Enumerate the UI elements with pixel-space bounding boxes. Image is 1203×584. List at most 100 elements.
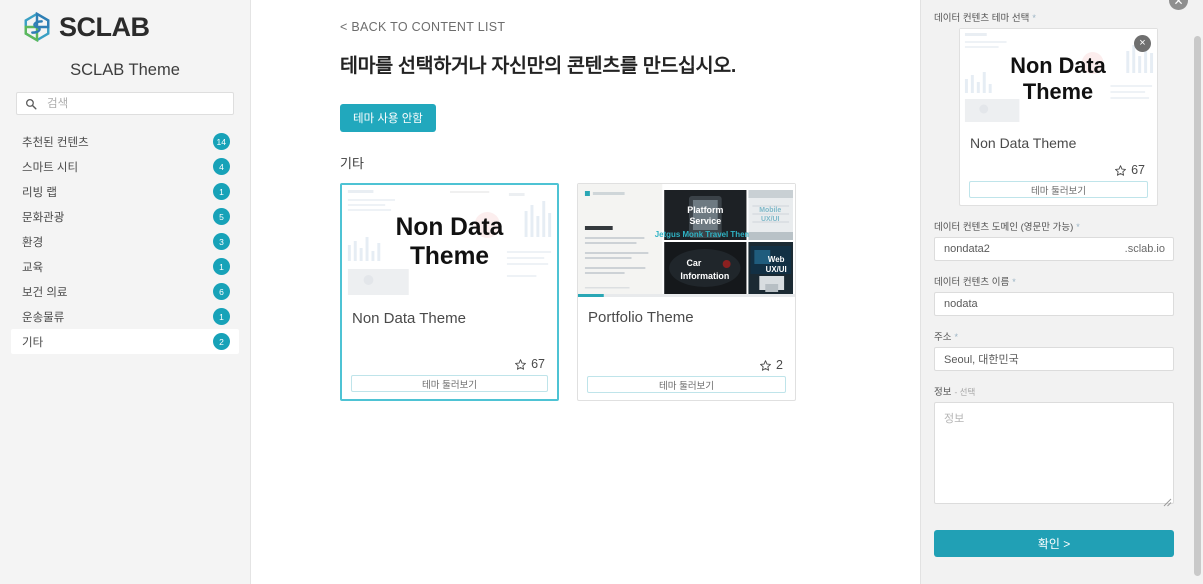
sidebar-item-8[interactable]: 기타 2: [11, 329, 239, 354]
theme-card-rating: 67: [342, 357, 557, 375]
required-mark: *: [1012, 277, 1016, 287]
info-field-label: 정보 - 선택: [934, 384, 1174, 398]
theme-select-label: 데이터 컨텐츠 테마 선택 *: [934, 10, 1174, 24]
info-textarea-wrap: [934, 402, 1174, 509]
svg-text:Theme: Theme: [1023, 79, 1093, 104]
name-field-label: 데이터 컨텐츠 이름 *: [934, 274, 1174, 288]
sidebar-item-badge: 6: [213, 283, 230, 300]
sidebar-item-1[interactable]: 스마트 시티 4: [11, 154, 239, 179]
brand-logo[interactable]: SCLAB: [0, 0, 250, 42]
sidebar-item-7[interactable]: 운송물류 1: [11, 304, 239, 329]
sidebar-item-badge: 1: [213, 183, 230, 200]
name-label-text: 데이터 컨텐츠 이름: [934, 277, 1010, 288]
info-textarea[interactable]: [934, 402, 1174, 504]
sidebar: SCLAB SCLAB Theme 추천된 컨텐츠 14 스마트 시티 4 리빙 랩 1 문…: [0, 0, 251, 584]
preview-spacer: [960, 151, 1157, 163]
sidebar-item-label: 운송물류: [22, 311, 65, 324]
rating-count: 67: [531, 357, 545, 372]
content-settings-panel: ✕ 데이터 컨텐츠 테마 선택 * × Non Data Theme Non D…: [920, 0, 1203, 584]
sidebar-item-label: 추천된 컨텐츠: [22, 136, 89, 149]
svg-text:Information: Information: [680, 271, 729, 281]
domain-field-label: 데이터 컨텐츠 도메인 (영문만 가능) *: [934, 219, 1174, 233]
back-to-content-list-link[interactable]: < BACK TO CONTENT LIST: [340, 20, 505, 34]
sidebar-item-label: 환경: [22, 236, 44, 249]
sidebar-item-label: 스마트 시티: [22, 161, 79, 174]
svg-text:Non Data: Non Data: [396, 214, 504, 241]
svg-text:Jetgus Monk Travel Theme: Jetgus Monk Travel Theme: [655, 230, 757, 239]
sidebar-item-badge: 1: [213, 308, 230, 325]
selected-theme-rating: 67: [960, 163, 1157, 181]
svg-text:UX/UI: UX/UI: [761, 216, 780, 223]
svg-text:Web: Web: [768, 255, 785, 264]
selected-theme-thumbnail: Non Data Theme: [960, 29, 1157, 124]
confirm-button[interactable]: 확인 >: [934, 530, 1174, 557]
sidebar-item-0[interactable]: 추천된 컨텐츠 14: [11, 129, 239, 154]
card-spacer: [578, 326, 795, 358]
search-icon: [25, 98, 37, 110]
sidebar-item-2[interactable]: 리빙 랩 1: [11, 179, 239, 204]
domain-input[interactable]: [934, 237, 1174, 261]
star-outline-icon: [514, 358, 527, 371]
brand-name: SCLAB: [59, 12, 150, 42]
card-spacer: [342, 327, 557, 357]
star-outline-icon: [1114, 164, 1127, 177]
sidebar-item-badge: 3: [213, 233, 230, 250]
theme-thumbnail-non-data: Non Data Theme: [342, 185, 557, 299]
svg-text:Service: Service: [689, 216, 721, 226]
name-field-group: 데이터 컨텐츠 이름 *: [934, 274, 1174, 316]
theme-thumbnail-portfolio: Platform Service Jetgus Monk Travel Them…: [578, 184, 795, 298]
domain-input-wrap: .sclab.io: [934, 237, 1174, 261]
no-theme-button[interactable]: 테마 사용 안함: [340, 104, 436, 133]
sidebar-item-label: 교육: [22, 261, 44, 274]
theme-select-label-text: 데이터 컨텐츠 테마 선택: [934, 13, 1030, 24]
sidebar-item-badge: 14: [212, 133, 230, 150]
address-input[interactable]: [934, 347, 1174, 371]
remove-theme-icon[interactable]: ×: [1134, 35, 1151, 52]
domain-field-group: 데이터 컨텐츠 도메인 (영문만 가능) * .sclab.io: [934, 219, 1174, 261]
svg-text:UX/UI: UX/UI: [766, 265, 787, 274]
sidebar-item-badge: 5: [213, 208, 230, 225]
required-mark: *: [1032, 13, 1036, 23]
sidebar-item-label: 기타: [22, 336, 44, 349]
svg-text:Mobile: Mobile: [759, 207, 781, 214]
domain-label-text: 데이터 컨텐츠 도메인 (영문만 가능): [934, 222, 1074, 233]
optional-mark: - 선택: [954, 387, 976, 397]
theme-preview-button[interactable]: 테마 둘러보기: [587, 376, 786, 394]
sidebar-item-badge: 2: [213, 333, 230, 350]
sidebar-nav: 추천된 컨텐츠 14 스마트 시티 4 리빙 랩 1 문화관광 5 환경 3 교육 1 보건 의료 6 운송…: [0, 129, 250, 354]
sidebar-item-label: 보건 의료: [22, 286, 68, 299]
sidebar-item-3[interactable]: 문화관광 5: [11, 204, 239, 229]
info-label-text: 정보: [934, 387, 952, 398]
theme-card-non-data[interactable]: Non Data Theme Non Data Theme 67 테마 둘러보기: [340, 183, 559, 402]
sidebar-item-label: 문화관광: [22, 211, 65, 224]
sclab-hex-logo-icon: [22, 12, 52, 42]
svg-text:Theme: Theme: [410, 243, 489, 270]
close-circle-icon[interactable]: ✕: [1169, 0, 1188, 10]
star-outline-icon: [759, 359, 772, 372]
sidebar-item-badge: 4: [213, 158, 230, 175]
theme-card-rating: 2: [578, 358, 795, 376]
selected-theme-preview-card[interactable]: × Non Data Theme Non Data Theme 67 테마 둘러…: [959, 28, 1158, 206]
address-label-text: 주소: [934, 332, 952, 343]
sidebar-item-badge: 1: [213, 258, 230, 275]
panel-scrollbar[interactable]: [1194, 36, 1201, 576]
sidebar-item-5[interactable]: 교육 1: [11, 254, 239, 279]
info-field-group: 정보 - 선택: [934, 384, 1174, 509]
svg-text:Car: Car: [687, 258, 702, 268]
svg-text:Platform: Platform: [687, 205, 723, 215]
theme-preview-button[interactable]: 테마 둘러보기: [351, 375, 548, 393]
sidebar-item-4[interactable]: 환경 3: [11, 229, 239, 254]
name-input[interactable]: [934, 292, 1174, 316]
rating-count: 67: [1131, 163, 1145, 177]
selected-theme-preview-button[interactable]: 테마 둘러보기: [969, 181, 1148, 198]
address-field-label: 주소 *: [934, 329, 1174, 343]
theme-card-portfolio[interactable]: Platform Service Jetgus Monk Travel Them…: [577, 183, 796, 402]
app-root: SCLAB SCLAB Theme 추천된 컨텐츠 14 스마트 시티 4 리빙 랩 1 문…: [0, 0, 1203, 584]
theme-card-title: Non Data Theme: [352, 310, 466, 328]
sidebar-item-6[interactable]: 보건 의료 6: [11, 279, 239, 304]
search-input[interactable]: [45, 96, 225, 111]
rating-count: 2: [776, 358, 783, 373]
theme-card-title: Portfolio Theme: [588, 309, 694, 327]
required-mark: *: [954, 332, 958, 342]
search-box[interactable]: [16, 92, 234, 115]
